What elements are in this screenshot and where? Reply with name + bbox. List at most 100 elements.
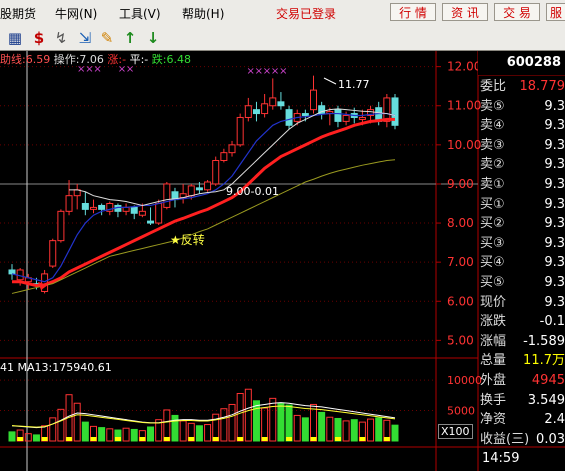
candle-body xyxy=(65,195,73,212)
candle-body xyxy=(310,89,318,111)
volume-bar xyxy=(98,427,106,442)
price-tick-label: 9.00 xyxy=(447,177,474,191)
quote-value: -1.589 xyxy=(523,333,565,349)
volume-legend: 41 MA13:175940.61 xyxy=(0,361,112,374)
volume-bar xyxy=(261,407,269,442)
quote-row: 净资 2.4 xyxy=(480,410,565,430)
volume-unit-badge[interactable]: X100 xyxy=(438,424,473,439)
volume-bar xyxy=(179,420,187,442)
candle-body xyxy=(212,159,220,185)
quote-value: 18.779 xyxy=(519,79,565,94)
candle-body xyxy=(252,109,260,115)
volume-bar-base xyxy=(17,437,24,441)
price-tick-label: 8.00 xyxy=(447,216,474,230)
volume-bar xyxy=(49,417,57,442)
legend-help-line: 助线:6.59 xyxy=(0,53,51,66)
candle-body xyxy=(220,152,228,161)
quote-row: 买② 9.3 xyxy=(480,214,565,234)
volume-tick-label: 10000 xyxy=(447,374,482,387)
quote-row: 收益(三) 0.03 xyxy=(480,430,565,450)
volume-bar xyxy=(236,392,244,442)
quote-value: 9.3 xyxy=(544,137,565,153)
volume-bar xyxy=(375,417,383,442)
quote-row: 卖③ 9.3 xyxy=(480,136,565,156)
quote-value: 2.4 xyxy=(544,412,565,428)
quote-label: 卖⑤ xyxy=(480,98,505,114)
volume-bar xyxy=(318,411,326,442)
volume-bar-base xyxy=(237,437,244,441)
candle-body xyxy=(334,109,342,122)
volume-bar-base xyxy=(359,437,366,441)
quote-row: 委比 18.779 xyxy=(480,77,565,97)
quote-label: 买④ xyxy=(480,255,505,271)
legend-down: 跌:6.48 xyxy=(151,53,191,66)
candle-body xyxy=(147,220,155,224)
quote-label: 涨幅 xyxy=(480,333,507,349)
quote-row: 买⑤ 9.3 xyxy=(480,273,565,293)
x-marker: × xyxy=(263,66,271,77)
volume-bar xyxy=(195,425,203,442)
quote-value: 9.3 xyxy=(544,235,565,251)
quote-row: 卖① 9.3 xyxy=(480,175,565,195)
volume-bar xyxy=(391,424,399,442)
candle-body xyxy=(8,269,16,275)
quote-value: 9.3 xyxy=(544,157,565,173)
quote-label: 总量 xyxy=(480,353,507,369)
quote-label: 买② xyxy=(480,216,505,232)
candle-body xyxy=(204,181,212,191)
quote-time: 14:59 xyxy=(482,451,520,466)
high-price-pointer xyxy=(323,77,337,85)
quote-label: 涨跌 xyxy=(480,314,507,330)
quote-value: 9.3 xyxy=(544,294,565,310)
volume-bar-base xyxy=(41,437,48,441)
volume-bar-base xyxy=(90,437,97,441)
volume-bar xyxy=(122,427,130,442)
quote-label: 现价 xyxy=(480,294,507,310)
x-marker: × xyxy=(246,66,254,77)
quote-row: 涨幅 -1.589 xyxy=(480,332,565,352)
volume-bar xyxy=(277,402,285,442)
quote-label: 买① xyxy=(480,196,505,212)
quote-row: 卖⑤ 9.3 xyxy=(480,97,565,117)
legend-up: 涨:- xyxy=(107,53,127,66)
quote-value: 9.3 xyxy=(544,196,565,212)
quote-value: 9.3 xyxy=(544,98,565,114)
quote-value: 4945 xyxy=(531,373,565,388)
volume-bar xyxy=(32,434,40,442)
volume-bar xyxy=(310,403,318,442)
volume-bar xyxy=(73,402,81,442)
quote-row: 总量 11.7万 xyxy=(480,351,565,371)
volume-bar xyxy=(57,408,65,442)
legend-flat: 平:- xyxy=(129,53,149,66)
volume-bar xyxy=(163,409,171,442)
quote-label: 卖② xyxy=(480,157,505,173)
candle-body xyxy=(98,204,106,210)
candle-body xyxy=(301,113,309,117)
legend-operate: 操作:7.06 xyxy=(53,53,104,66)
quote-label: 卖④ xyxy=(480,118,505,134)
quote-value: 9.3 xyxy=(544,275,565,290)
quote-row: 卖④ 9.3 xyxy=(480,116,565,136)
quote-value: 9.3 xyxy=(544,177,565,192)
volume-bar xyxy=(326,416,334,442)
volume-bar xyxy=(106,428,114,442)
volume-bar-base xyxy=(188,437,195,441)
candle-body xyxy=(163,183,171,208)
x-marker: × xyxy=(279,66,287,77)
volume-bar-base xyxy=(383,437,390,441)
candle-body xyxy=(49,240,57,267)
stock-code: 600288 xyxy=(478,51,565,75)
quote-row: 买① 9.3 xyxy=(480,195,565,215)
candle-body xyxy=(358,116,366,120)
quote-label: 委比 xyxy=(480,79,507,94)
candle-body xyxy=(285,109,293,126)
quote-value: 3.549 xyxy=(527,392,565,408)
volume-bar xyxy=(228,403,236,442)
candle-body xyxy=(130,206,138,214)
quote-value: 9.3 xyxy=(544,255,565,271)
candle-body xyxy=(342,115,350,122)
candle-body xyxy=(261,103,269,115)
price-tick-label: 7.00 xyxy=(447,255,474,269)
volume-bar-base xyxy=(310,437,317,441)
volume-bar xyxy=(204,424,212,442)
